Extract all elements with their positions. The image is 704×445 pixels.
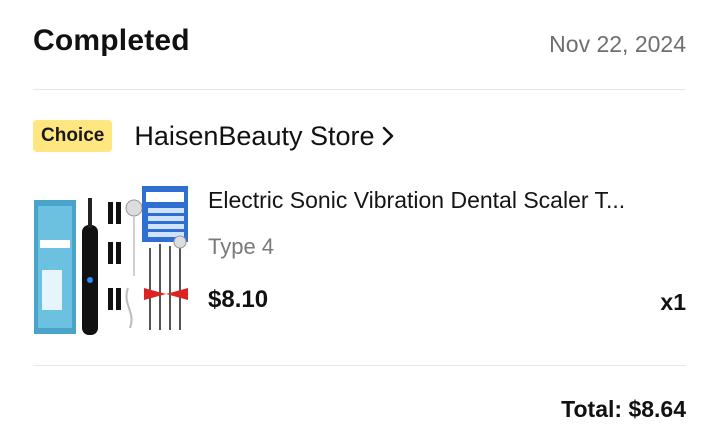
product-variant: Type 4: [208, 234, 275, 259]
product-title[interactable]: Electric Sonic Vibration Dental Scaler T…: [208, 187, 686, 214]
product-price: $8.10: [208, 286, 269, 313]
chevron-right-icon[interactable]: [381, 125, 395, 147]
order-date: Nov 22, 2024: [549, 31, 686, 57]
order-total: Total: $8.64: [561, 396, 686, 422]
store-name[interactable]: HaisenBeauty Store: [134, 121, 374, 152]
divider: [33, 89, 686, 90]
product-thumbnail[interactable]: [30, 180, 190, 340]
order-status: Completed: [33, 24, 190, 57]
choice-badge: Choice: [33, 120, 113, 152]
product-quantity: x1: [660, 289, 686, 315]
divider: [33, 365, 686, 366]
store-row[interactable]: Choice HaisenBeauty Store: [33, 118, 395, 154]
